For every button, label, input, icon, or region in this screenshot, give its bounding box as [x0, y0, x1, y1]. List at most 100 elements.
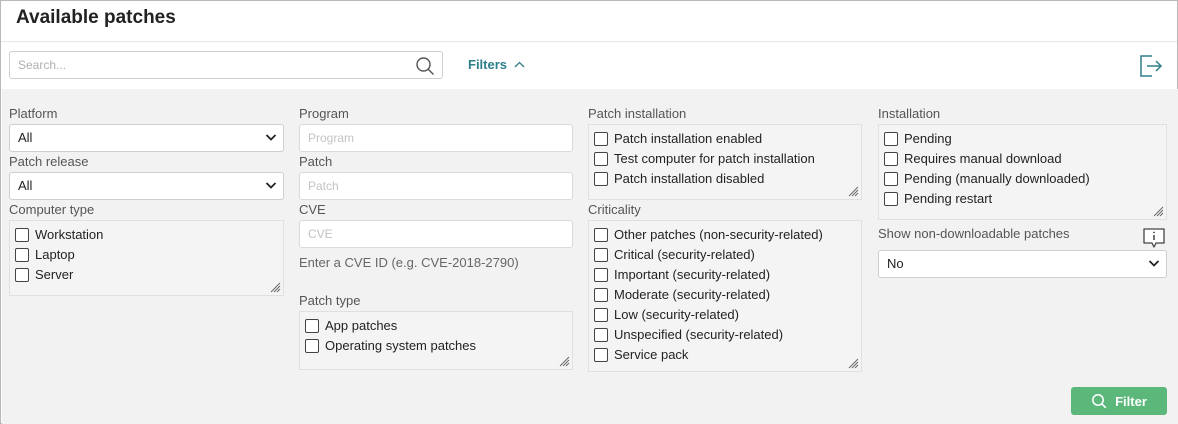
- resize-handle-icon[interactable]: [1152, 205, 1164, 217]
- chevron-down-icon: [265, 182, 277, 189]
- search-icon[interactable]: [415, 56, 435, 76]
- checkbox-app-patches[interactable]: App patches: [305, 318, 397, 333]
- resize-handle-icon[interactable]: [847, 357, 859, 369]
- filter-button[interactable]: Filter: [1071, 387, 1167, 415]
- patch-field: [299, 172, 573, 200]
- computer-type-list: Workstation Laptop Server: [9, 220, 284, 296]
- checkbox-box[interactable]: [594, 151, 608, 166]
- checkbox-box[interactable]: [594, 171, 608, 186]
- cve-field: [299, 220, 573, 248]
- checkbox-label: Unspecified (security-related): [614, 327, 784, 342]
- checkbox-workstation[interactable]: Workstation: [15, 227, 103, 242]
- window: Available patches Filters Platform All P…: [0, 0, 1178, 424]
- patch-label: Patch: [299, 154, 333, 169]
- checkbox-patch-installation-enabled[interactable]: Patch installation enabled: [594, 131, 762, 146]
- checkbox-label: Patch installation disabled: [614, 171, 765, 186]
- checkbox-box[interactable]: [884, 191, 898, 206]
- checkbox-box[interactable]: [884, 131, 898, 146]
- checkbox-other-patches[interactable]: Other patches (non-security-related): [594, 227, 823, 242]
- checkbox-label: Requires manual download: [904, 151, 1062, 166]
- checkbox-box[interactable]: [594, 227, 608, 242]
- checkbox-label: Service pack: [614, 347, 689, 362]
- checkbox-label: Operating system patches: [325, 338, 477, 353]
- cve-label: CVE: [299, 202, 326, 217]
- resize-handle-icon[interactable]: [847, 185, 859, 197]
- criticality-label: Criticality: [588, 202, 641, 217]
- checkbox-label: Important (security-related): [614, 267, 771, 282]
- checkbox-label: Critical (security-related): [614, 247, 755, 262]
- platform-select[interactable]: All: [9, 124, 284, 152]
- platform-value: All: [18, 130, 33, 145]
- program-field: [299, 124, 573, 152]
- checkbox-low[interactable]: Low (security-related): [594, 307, 739, 322]
- checkbox-box[interactable]: [594, 131, 608, 146]
- checkbox-label: Pending (manually downloaded): [904, 171, 1090, 186]
- checkbox-label: Server: [35, 267, 74, 282]
- patch-input[interactable]: [300, 173, 572, 199]
- cve-hint: Enter a CVE ID (e.g. CVE-2018-2790): [299, 255, 519, 270]
- checkbox-os-patches[interactable]: Operating system patches: [305, 338, 476, 353]
- program-input[interactable]: [300, 125, 572, 151]
- checkbox-box[interactable]: [305, 318, 319, 333]
- checkbox-box[interactable]: [884, 151, 898, 166]
- export-icon[interactable]: [1138, 53, 1164, 79]
- checkbox-label: Pending: [904, 131, 952, 146]
- checkbox-box[interactable]: [884, 171, 898, 186]
- patch-type-label: Patch type: [299, 293, 361, 308]
- checkbox-pending[interactable]: Pending: [884, 131, 952, 146]
- search-icon: [1092, 394, 1107, 409]
- checkbox-box[interactable]: [15, 247, 29, 262]
- checkbox-moderate[interactable]: Moderate (security-related): [594, 287, 770, 302]
- checkbox-important[interactable]: Important (security-related): [594, 267, 770, 282]
- checkbox-laptop[interactable]: Laptop: [15, 247, 75, 262]
- checkbox-box[interactable]: [305, 338, 319, 353]
- cve-input[interactable]: [300, 221, 572, 247]
- patch-installation-label: Patch installation: [588, 106, 687, 121]
- checkbox-box[interactable]: [594, 267, 608, 282]
- checkbox-pending-manually-downloaded[interactable]: Pending (manually downloaded): [884, 171, 1090, 186]
- search-input[interactable]: [10, 52, 400, 78]
- patch-release-select[interactable]: All: [9, 172, 284, 200]
- installation-list: Pending Requires manual download Pending…: [878, 124, 1167, 220]
- checkbox-test-computer[interactable]: Test computer for patch installation: [594, 151, 815, 166]
- checkbox-critical[interactable]: Critical (security-related): [594, 247, 755, 262]
- filters-label: Filters: [468, 57, 508, 72]
- checkbox-server[interactable]: Server: [15, 267, 73, 282]
- program-label: Program: [299, 106, 349, 121]
- non-downloadable-select[interactable]: No: [878, 250, 1167, 278]
- patch-type-list: App patches Operating system patches: [299, 311, 573, 370]
- checkbox-label: App patches: [325, 318, 398, 333]
- checkbox-box[interactable]: [594, 307, 608, 322]
- checkbox-box[interactable]: [594, 347, 608, 362]
- patch-installation-list: Patch installation enabled Test computer…: [588, 124, 862, 200]
- filters-toggle[interactable]: Filters: [468, 57, 525, 72]
- checkbox-label: Patch installation enabled: [614, 131, 763, 146]
- checkbox-unspecified[interactable]: Unspecified (security-related): [594, 327, 783, 342]
- checkbox-label: Low (security-related): [614, 307, 739, 322]
- checkbox-label: Laptop: [35, 247, 75, 262]
- checkbox-box[interactable]: [594, 247, 608, 262]
- resize-handle-icon[interactable]: [558, 355, 570, 367]
- divider: [1, 41, 1177, 42]
- installation-label: Installation: [878, 106, 941, 121]
- search-box: [9, 51, 443, 79]
- checkbox-patch-installation-disabled[interactable]: Patch installation disabled: [594, 171, 764, 186]
- filter-button-label: Filter: [1115, 393, 1147, 409]
- checkbox-pending-restart[interactable]: Pending restart: [884, 191, 992, 206]
- checkbox-label: Test computer for patch installation: [614, 151, 815, 166]
- checkbox-requires-manual-download[interactable]: Requires manual download: [884, 151, 1062, 166]
- checkbox-label: Moderate (security-related): [614, 287, 771, 302]
- resize-handle-icon[interactable]: [269, 281, 281, 293]
- checkbox-box[interactable]: [594, 327, 608, 342]
- checkbox-box[interactable]: [15, 267, 29, 282]
- chevron-down-icon: [265, 134, 277, 141]
- non-downloadable-value: No: [887, 256, 904, 271]
- checkbox-box[interactable]: [15, 227, 29, 242]
- patch-release-value: All: [18, 178, 33, 193]
- non-downloadable-label: Show non-downloadable patches: [878, 226, 1070, 241]
- checkbox-service-pack[interactable]: Service pack: [594, 347, 688, 362]
- info-icon[interactable]: [1142, 227, 1166, 249]
- checkbox-box[interactable]: [594, 287, 608, 302]
- computer-type-label: Computer type: [9, 202, 95, 217]
- checkbox-label: Other patches (non-security-related): [614, 227, 823, 242]
